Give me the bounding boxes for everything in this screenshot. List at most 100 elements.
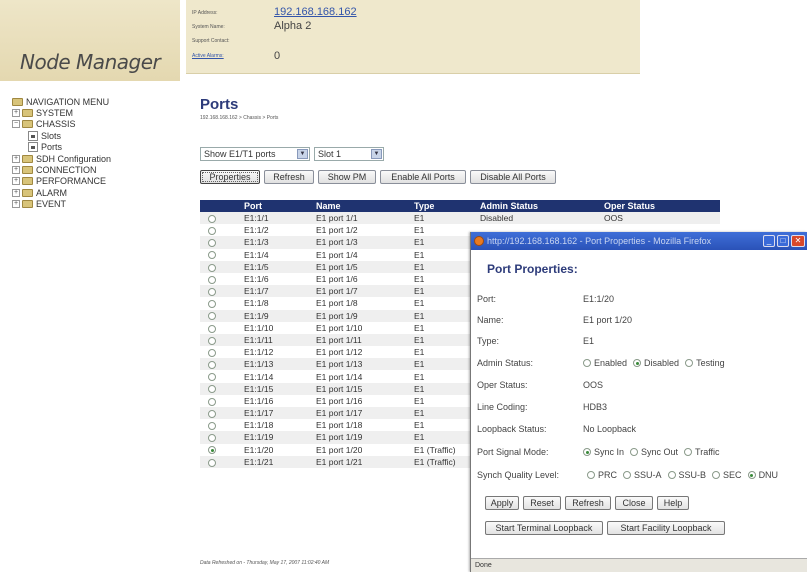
admin-disabled-radio[interactable]	[633, 359, 642, 367]
sidebar-item-slots[interactable]: Slots	[12, 130, 182, 141]
row-select-radio[interactable]	[200, 394, 236, 407]
admin-testing-radio[interactable]	[685, 359, 694, 367]
reset-button[interactable]: Reset	[523, 496, 561, 510]
radio-button[interactable]	[208, 275, 216, 284]
row-select-radio[interactable]	[200, 431, 236, 444]
chevron-down-icon[interactable]: ▼	[297, 149, 308, 159]
sidebar-item-chassis[interactable]: − CHASSIS	[12, 119, 182, 130]
port-cell: E1:1/15	[236, 382, 308, 395]
minimize-icon[interactable]: _	[763, 235, 775, 247]
signal-sync-out-radio[interactable]	[630, 448, 639, 456]
window-titlebar[interactable]: http://192.168.168.162 - Port Properties…	[471, 232, 807, 250]
quality-dnu-radio[interactable]	[747, 471, 756, 479]
sidebar-item-ports[interactable]: Ports	[12, 142, 182, 153]
row-select-radio[interactable]	[200, 346, 236, 359]
row-select-radio[interactable]	[200, 407, 236, 420]
radio-button[interactable]	[208, 287, 216, 296]
quality-ssu-b-radio[interactable]	[667, 471, 676, 479]
show-pm-button[interactable]: Show PM	[318, 170, 376, 184]
row-select-radio[interactable]	[200, 309, 236, 322]
close-button[interactable]: Close	[615, 496, 653, 510]
row-select-radio[interactable]	[200, 455, 236, 468]
help-button[interactable]: Help	[657, 496, 689, 510]
row-select-radio[interactable]	[200, 285, 236, 298]
ip-address-link[interactable]: 192.168.168.162	[274, 6, 357, 18]
popup-refresh-button[interactable]: Refresh	[565, 496, 611, 510]
breadcrumb[interactable]: 192.168.168.162 > Chassis > Ports	[200, 115, 278, 121]
radio-button[interactable]	[208, 251, 216, 260]
port-cell: E1:1/7	[236, 285, 308, 298]
radio-button[interactable]	[208, 361, 216, 370]
admin-enabled-radio[interactable]	[583, 359, 591, 367]
quality-sec-radio[interactable]	[712, 471, 721, 479]
slot-select[interactable]: Slot 1 ▼	[314, 147, 384, 161]
signal-sync-in-radio[interactable]	[583, 448, 591, 456]
maximize-icon[interactable]: □	[777, 235, 789, 247]
loopback-status-label: Loopback Status:	[477, 424, 547, 434]
row-select-radio[interactable]	[200, 236, 236, 249]
row-select-radio[interactable]	[200, 212, 236, 225]
collapse-icon[interactable]: −	[12, 120, 20, 129]
radio-button[interactable]	[208, 458, 216, 467]
enable-all-ports-button[interactable]: Enable All Ports	[380, 170, 466, 184]
row-select-radio[interactable]	[200, 443, 236, 456]
table-row[interactable]: E1:1/1 E1 port 1/1 E1 Disabled OOS	[200, 212, 720, 225]
sidebar-item-label: ALARM	[36, 187, 68, 198]
quality-ssu-a-radio[interactable]	[623, 471, 632, 479]
radio-button[interactable]	[208, 409, 216, 418]
radio-button[interactable]	[208, 214, 216, 223]
radio-button[interactable]	[208, 300, 216, 309]
start-facility-loopback-button[interactable]: Start Facility Loopback	[607, 521, 725, 535]
radio-button[interactable]	[208, 446, 216, 455]
radio-button[interactable]	[208, 434, 216, 443]
row-select-radio[interactable]	[200, 297, 236, 310]
signal-traffic-radio[interactable]	[684, 448, 693, 456]
row-select-radio[interactable]	[200, 358, 236, 371]
radio-button[interactable]	[208, 373, 216, 382]
sidebar-item-alarm[interactable]: + ALARM	[12, 187, 182, 198]
radio-button[interactable]	[208, 324, 216, 333]
row-select-radio[interactable]	[200, 370, 236, 383]
row-select-radio[interactable]	[200, 321, 236, 334]
radio-button[interactable]	[208, 312, 216, 321]
radio-button[interactable]	[208, 422, 216, 431]
expand-icon[interactable]: +	[12, 154, 20, 163]
radio-button[interactable]	[208, 397, 216, 406]
quality-prc-radio[interactable]	[587, 471, 595, 479]
row-select-radio[interactable]	[200, 272, 236, 286]
expand-icon[interactable]: +	[12, 177, 20, 186]
expand-icon[interactable]: +	[12, 166, 20, 175]
radio-button[interactable]	[208, 336, 216, 345]
chevron-down-icon[interactable]: ▼	[371, 149, 382, 159]
expand-icon[interactable]: +	[12, 188, 20, 197]
radio-button[interactable]	[208, 239, 216, 248]
sidebar-item-performance[interactable]: + PERFORMANCE	[12, 176, 182, 187]
close-icon[interactable]: ✕	[791, 235, 805, 247]
radio-button[interactable]	[208, 348, 216, 357]
radio-button[interactable]	[208, 227, 216, 236]
expand-icon[interactable]: +	[12, 200, 20, 209]
port-type-select[interactable]: Show E1/T1 ports ▼	[200, 147, 310, 161]
row-select-radio[interactable]	[200, 260, 236, 273]
properties-button[interactable]: Properties	[200, 170, 260, 184]
row-select-radio[interactable]	[200, 248, 236, 261]
radio-button[interactable]	[208, 263, 216, 272]
table-header-row: Port Name Type Admin Status Oper Status	[200, 200, 720, 212]
radio-button[interactable]	[208, 385, 216, 394]
row-select-radio[interactable]	[200, 382, 236, 395]
refresh-button[interactable]: Refresh	[264, 170, 314, 184]
start-terminal-loopback-button[interactable]: Start Terminal Loopback	[485, 521, 603, 535]
row-select-radio[interactable]	[200, 419, 236, 432]
quality-dnu-label: DNU	[758, 470, 779, 480]
active-alarms-link[interactable]: Active Alarms:	[192, 53, 224, 59]
sidebar-item-label: EVENT	[36, 199, 67, 210]
apply-button[interactable]: Apply	[485, 496, 519, 510]
sidebar-item-event[interactable]: + EVENT	[12, 199, 182, 210]
row-select-radio[interactable]	[200, 333, 236, 347]
sidebar-item-sdh-configuration[interactable]: + SDH Configuration	[12, 153, 182, 164]
sidebar-item-system[interactable]: + SYSTEM	[12, 107, 182, 118]
disable-all-ports-button[interactable]: Disable All Ports	[470, 170, 556, 184]
sidebar-item-connection[interactable]: + CONNECTION	[12, 164, 182, 175]
row-select-radio[interactable]	[200, 224, 236, 237]
expand-icon[interactable]: +	[12, 109, 20, 118]
